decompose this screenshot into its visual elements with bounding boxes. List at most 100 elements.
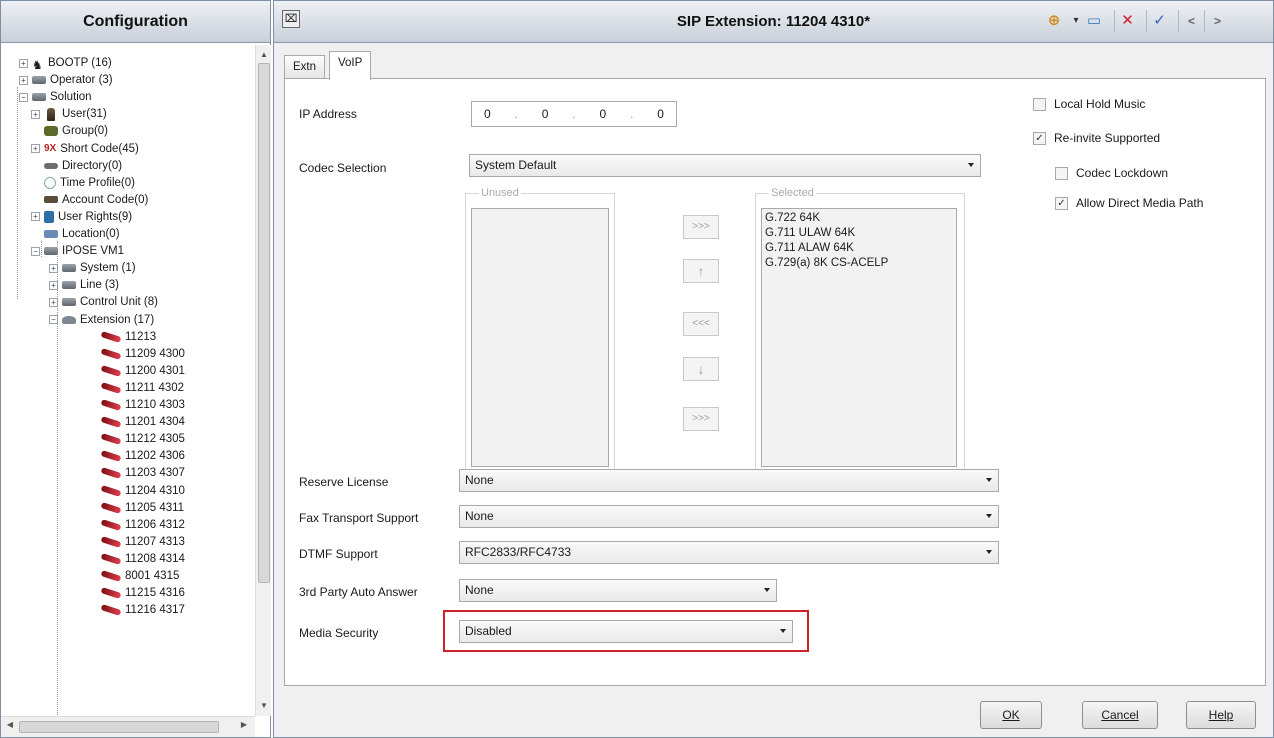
move-all-right-button[interactable]: >>>	[683, 407, 719, 431]
tree-item[interactable]: − IPOSE VM1	[31, 243, 124, 259]
scroll-thumb[interactable]	[258, 63, 270, 583]
move-down-button[interactable]: ↓	[683, 357, 719, 381]
codec-selection-dropdown[interactable]: System Default	[469, 154, 981, 177]
local-hold-music-checkbox[interactable]: Local Hold Music	[1033, 97, 1145, 111]
checkbox-box[interactable]: ✓	[1055, 196, 1068, 210]
move-right-button[interactable]: >>>	[683, 215, 719, 239]
ok-button[interactable]: OK	[980, 701, 1042, 729]
tree-item[interactable]: 11205 4311	[100, 500, 184, 516]
new-dropdown-icon[interactable]: ▾	[1066, 10, 1086, 32]
new-icon[interactable]: ⊕	[1044, 10, 1064, 32]
tab-extn[interactable]: Extn	[284, 55, 326, 79]
tree-item[interactable]: 11202 4306	[100, 448, 185, 464]
tree-item[interactable]: + ♞ BOOTP (16)	[19, 55, 112, 72]
tree-item[interactable]: 11209 4300	[100, 346, 185, 362]
collapse-icon[interactable]: −	[19, 92, 28, 102]
phone-icon	[100, 570, 122, 582]
tree-item[interactable]: +9X Short Code(45)	[31, 141, 139, 157]
time-profile-icon	[44, 176, 56, 189]
move-left-button[interactable]: <<<	[683, 312, 719, 336]
tree-item[interactable]: 11203 4307	[100, 465, 185, 481]
tree-item-label: Line (3)	[80, 279, 119, 292]
phone-icon	[100, 399, 122, 411]
tree-item[interactable]: Directory(0)	[31, 158, 122, 174]
tree-item[interactable]: 11201 4304	[100, 414, 185, 430]
ip-octet[interactable]: 0	[542, 107, 549, 121]
save-icon[interactable]: ▭	[1084, 10, 1104, 32]
tab-voip[interactable]: VoIP	[329, 51, 372, 80]
expand-icon[interactable]: +	[19, 75, 28, 85]
list-item[interactable]: G.729(a) 8K CS-ACELP	[765, 256, 953, 271]
tree-item[interactable]: − Extension (17)	[49, 312, 154, 328]
tree-item[interactable]: + User Rights(9)	[31, 209, 132, 225]
tree-item[interactable]: + User(31)	[31, 106, 107, 122]
tree-item[interactable]: + Control Unit (8)	[49, 294, 158, 310]
chevron-down-icon	[764, 588, 770, 592]
tree-item[interactable]: + Operator (3)	[19, 72, 113, 88]
scroll-down-icon[interactable]: ▼	[256, 698, 272, 714]
hscroll-thumb[interactable]	[19, 721, 219, 733]
allow-direct-media-path-checkbox[interactable]: ✓ Allow Direct Media Path	[1055, 196, 1203, 210]
checkbox-box[interactable]	[1033, 97, 1046, 111]
scroll-up-icon[interactable]: ▲	[256, 47, 272, 63]
next-icon[interactable]: >	[1204, 10, 1224, 32]
tree-horizontal-scrollbar[interactable]: ◀ ▶	[1, 716, 255, 737]
collapse-icon[interactable]: −	[31, 246, 40, 256]
tree-item[interactable]: Account Code(0)	[31, 192, 148, 208]
expand-icon[interactable]: +	[31, 109, 40, 119]
ip-octet[interactable]: 0	[484, 107, 491, 121]
expand-icon[interactable]: +	[19, 58, 28, 68]
ip-address-field[interactable]: 0. 0. 0. 0	[471, 101, 677, 127]
apply-icon[interactable]: ✓	[1146, 10, 1166, 32]
previous-icon[interactable]: <	[1178, 10, 1198, 32]
tree-item[interactable]: 8001 4315	[100, 568, 179, 584]
tree-item[interactable]: 11206 4312	[100, 517, 185, 533]
list-item[interactable]: G.722 64K	[765, 211, 953, 226]
dtmf-support-dropdown[interactable]: RFC2833/RFC4733	[459, 541, 999, 564]
scroll-left-icon[interactable]: ◀	[3, 720, 17, 729]
unused-label: Unused	[479, 187, 521, 199]
tree-item[interactable]: 11211 4302	[100, 380, 184, 396]
codec-lockdown-checkbox[interactable]: Codec Lockdown	[1055, 166, 1168, 180]
tree-item[interactable]: 11213	[100, 329, 156, 345]
tree-item[interactable]: 11207 4313	[100, 534, 185, 550]
phone-icon	[100, 450, 122, 463]
unused-codec-list[interactable]	[471, 208, 609, 467]
expand-icon[interactable]: +	[31, 144, 40, 153]
tree-item[interactable]: Time Profile(0)	[31, 175, 135, 191]
re-invite-supported-checkbox[interactable]: ✓ Re-invite Supported	[1033, 131, 1160, 145]
list-item[interactable]: G.711 ULAW 64K	[765, 226, 953, 241]
ip-octet[interactable]: 0	[657, 107, 664, 121]
tree-item-label: User(31)	[62, 108, 107, 121]
checkbox-box[interactable]	[1055, 166, 1068, 180]
tree-item[interactable]: 11200 4301	[100, 363, 185, 379]
tree-item[interactable]: + System (1)	[49, 260, 136, 276]
tree-item[interactable]: 11212 4305	[100, 431, 185, 447]
help-button[interactable]: Help	[1186, 701, 1256, 729]
tree-connector	[57, 241, 58, 716]
ip-octet[interactable]: 0	[600, 107, 607, 121]
third-party-auto-answer-dropdown[interactable]: None	[459, 579, 777, 602]
tree-item[interactable]: 11215 4316	[100, 585, 185, 601]
tree-vertical-scrollbar[interactable]: ▲ ▼	[255, 45, 271, 716]
tree-item[interactable]: 11204 4310	[100, 483, 185, 499]
list-item[interactable]: G.711 ALAW 64K	[765, 241, 953, 256]
expand-icon[interactable]: +	[31, 212, 40, 222]
move-up-button[interactable]: ↑	[683, 259, 719, 283]
reserve-license-dropdown[interactable]: None	[459, 469, 999, 492]
cancel-button[interactable]: Cancel	[1082, 701, 1158, 729]
delete-icon[interactable]: ✕	[1114, 10, 1134, 32]
tree-item[interactable]: + Line (3)	[49, 277, 119, 293]
scroll-right-icon[interactable]: ▶	[237, 720, 251, 729]
fax-transport-dropdown[interactable]: None	[459, 505, 999, 528]
phone-icon	[100, 467, 122, 480]
tree-item[interactable]: Location(0)	[31, 226, 120, 242]
fax-transport-value: None	[465, 509, 494, 523]
tree-item[interactable]: − Solution	[19, 89, 92, 105]
tree-item[interactable]: Group(0)	[31, 123, 108, 139]
tree-item[interactable]: 11208 4314	[100, 551, 185, 567]
selected-codec-list[interactable]: G.722 64K G.711 ULAW 64K G.711 ALAW 64K …	[761, 208, 957, 467]
checkbox-box[interactable]: ✓	[1033, 131, 1046, 145]
tree-item[interactable]: 11210 4303	[100, 397, 185, 413]
tree-item[interactable]: 11216 4317	[100, 602, 185, 618]
